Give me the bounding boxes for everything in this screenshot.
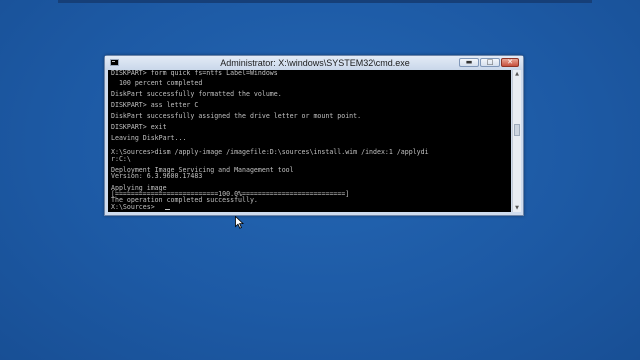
top-window-edge bbox=[58, 0, 592, 3]
console-line: r:C:\ bbox=[111, 155, 131, 163]
title-bar[interactable]: Administrator: X:\windows\SYSTEM32\cmd.e… bbox=[105, 56, 523, 70]
console-line: X:\Sources>dism /apply-image /imagefile:… bbox=[111, 148, 429, 156]
cmd-window[interactable]: Administrator: X:\windows\SYSTEM32\cmd.e… bbox=[104, 55, 524, 216]
console-line: DiskPart successfully formatted the volu… bbox=[111, 90, 282, 98]
text-cursor bbox=[165, 209, 170, 210]
scroll-up-arrow-icon[interactable]: ▲ bbox=[513, 70, 521, 78]
scroll-thumb[interactable] bbox=[514, 124, 520, 136]
console-line: DISKPART> exit bbox=[111, 123, 167, 131]
mouse-pointer-icon bbox=[235, 216, 244, 229]
console-line: Version: 6.3.9600.17483 bbox=[111, 172, 203, 180]
console-line: DISKPART> form quick fs=ntfs Label=Windo… bbox=[111, 70, 278, 77]
window-title: Administrator: X:\windows\SYSTEM32\cmd.e… bbox=[220, 58, 410, 68]
vertical-scrollbar[interactable]: ▲ ▼ bbox=[512, 70, 521, 212]
scroll-down-arrow-icon[interactable]: ▼ bbox=[513, 204, 521, 212]
console-prompt: X:\Sources> bbox=[111, 203, 155, 211]
console-line: DiskPart successfully assigned the drive… bbox=[111, 112, 362, 120]
maximize-button[interactable]: □ bbox=[480, 58, 500, 67]
console-line: 100 percent completed bbox=[111, 79, 203, 87]
close-button[interactable]: ✕ bbox=[501, 58, 519, 67]
console-app-icon[interactable] bbox=[110, 59, 119, 66]
console-line: DISKPART> ass letter C bbox=[111, 101, 199, 109]
console-output[interactable]: DISKPART> form quick fs=ntfs Label=Windo… bbox=[108, 70, 511, 212]
minimize-button[interactable]: ▬ bbox=[459, 58, 479, 67]
console-line: Leaving DiskPart... bbox=[111, 134, 187, 142]
